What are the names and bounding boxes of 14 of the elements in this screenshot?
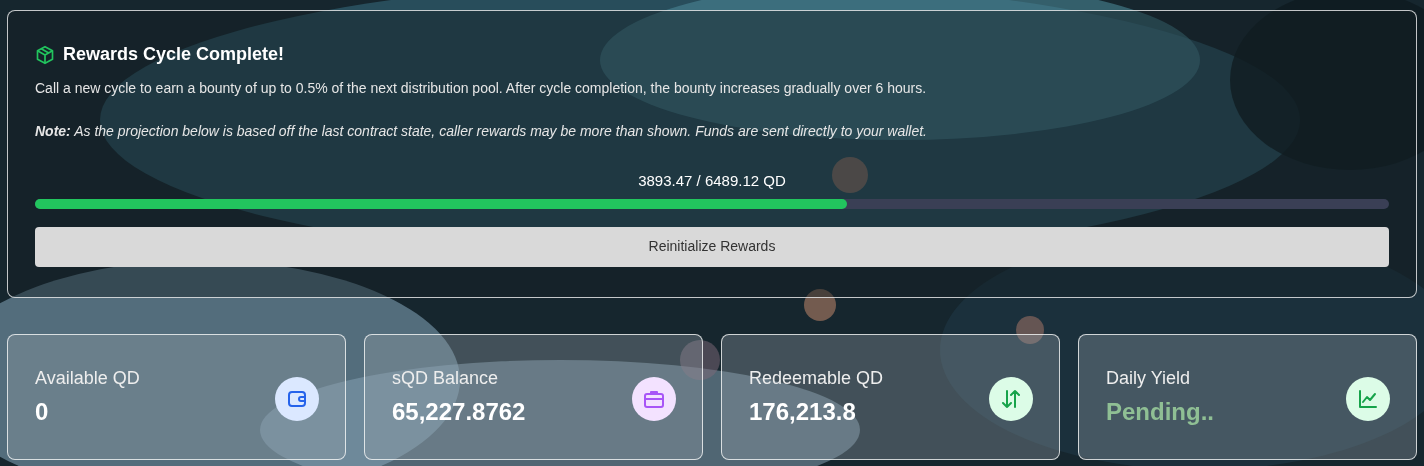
stat-label: Redeemable QD xyxy=(749,367,884,390)
stat-label: Available QD xyxy=(35,367,140,390)
stat-value: Pending.. xyxy=(1106,397,1214,427)
stat-value: 176,213.8 xyxy=(749,397,857,427)
stat-value: 0 xyxy=(35,397,50,427)
stat-value: 65,227.8762 xyxy=(392,397,526,427)
note-text: Note: As the projection below is based off the last contract state, caller rewards may be more than shown. Funds are sent directly to your wallet. xyxy=(35,122,928,141)
stat-label: sQD Balance xyxy=(392,367,500,390)
description-text: Call a new cycle to earn a bounty of up to 0.5% of the next distribution pool. After cycle completion, the bounty increases gradually over 6 hours. xyxy=(35,79,928,98)
reinitialize-button[interactable]: Reinitialize Rewards xyxy=(35,226,1389,267)
panel-title: Rewards Cycle Complete! xyxy=(63,43,285,66)
stat-label: Daily Yield xyxy=(1106,367,1192,390)
package-icon xyxy=(35,44,55,65)
progress-label: 3893.47 / 6489.12 QD xyxy=(637,171,787,191)
